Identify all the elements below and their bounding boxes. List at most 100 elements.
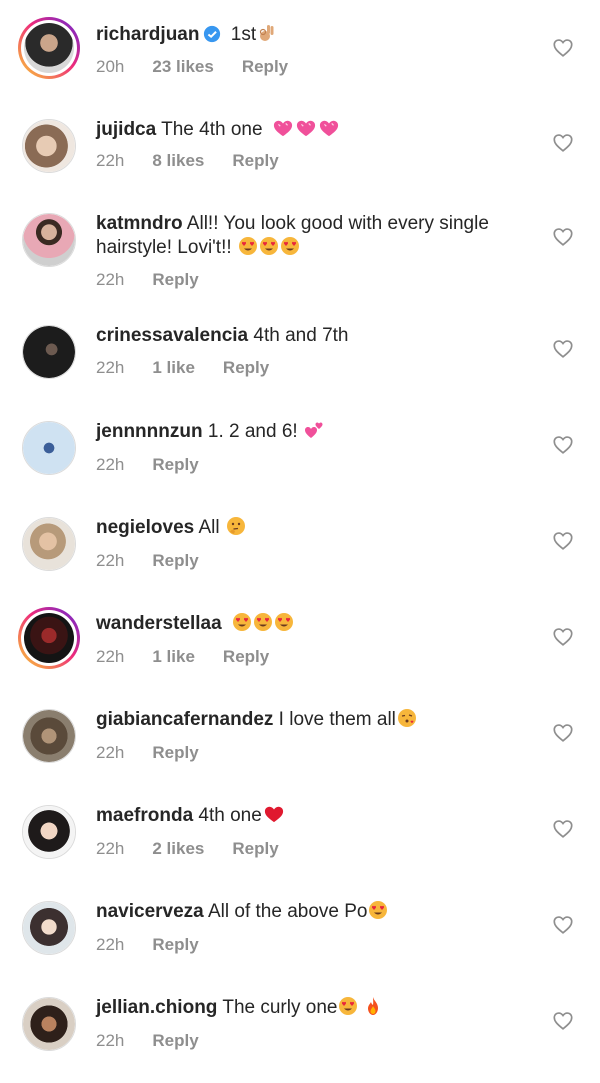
verified-badge-icon: [204, 25, 221, 43]
heart-outline-icon[interactable]: [552, 37, 574, 59]
likes-count[interactable]: 1 like: [152, 647, 195, 667]
comment-text: richardjuan 1st: [96, 23, 536, 47]
comment-body: I love them all: [273, 709, 396, 730]
timestamp: 22h: [96, 935, 125, 954]
username[interactable]: giabiancafernandez: [96, 709, 273, 730]
timestamp: 22h: [96, 455, 125, 474]
pink-heart-emoji-icon: [296, 120, 315, 137]
comment-meta: 22h Reply: [96, 743, 199, 763]
reply-button[interactable]: Reply: [152, 1031, 198, 1051]
avatar[interactable]: [18, 607, 80, 669]
comment-text: jujidca The 4th one: [96, 118, 536, 142]
reply-button[interactable]: Reply: [152, 935, 198, 955]
comment-body: 4th one: [193, 805, 262, 826]
username[interactable]: negieloves: [96, 517, 194, 538]
heart-outline-icon[interactable]: [552, 626, 574, 648]
comment-body: 1. 2 and 6!: [202, 421, 298, 442]
timestamp: 22h: [96, 270, 125, 289]
comment-meta: 22h Reply: [96, 455, 199, 475]
avatar[interactable]: [18, 17, 80, 79]
comment-body: All of the above Po: [203, 901, 368, 922]
reply-button[interactable]: Reply: [223, 358, 269, 378]
fire-emoji-icon: [368, 997, 379, 1015]
avatar[interactable]: [22, 213, 76, 267]
heart-eyes-emoji-icon: [253, 613, 272, 631]
avatar[interactable]: [22, 997, 76, 1051]
timestamp: 22h: [96, 647, 125, 666]
username[interactable]: maefronda: [96, 805, 193, 826]
ok-hand-emoji-icon: [260, 25, 274, 41]
reply-button[interactable]: Reply: [152, 551, 198, 571]
username[interactable]: jennnnnzun: [96, 421, 203, 442]
heart-outline-icon[interactable]: [552, 434, 574, 456]
comment-meta: 22h 8 likes Reply: [96, 151, 279, 171]
comment-meta: 22h 1 like Reply: [96, 647, 269, 667]
reply-button[interactable]: Reply: [223, 647, 269, 667]
username[interactable]: katmndro: [96, 213, 183, 234]
pink-heart-emoji-icon: [319, 120, 338, 137]
heart-outline-icon[interactable]: [552, 1010, 574, 1032]
avatar[interactable]: [22, 901, 76, 955]
likes-count[interactable]: 23 likes: [152, 57, 213, 77]
reply-button[interactable]: Reply: [152, 455, 198, 475]
heart-outline-icon[interactable]: [552, 530, 574, 552]
comment-meta: 22h Reply: [96, 270, 199, 290]
username[interactable]: crinessavalencia: [96, 325, 248, 346]
heart-eyes-emoji-icon: [238, 237, 257, 255]
heart-eyes-emoji-icon: [232, 613, 251, 631]
avatar[interactable]: [22, 325, 76, 379]
comment-text: navicerveza All of the above Po: [96, 900, 536, 924]
avatar[interactable]: [22, 421, 76, 475]
username[interactable]: jellian.chiong: [96, 997, 217, 1018]
comment-body: All: [194, 517, 220, 538]
comment-text: jennnnnzun 1. 2 and 6!: [96, 420, 536, 444]
comment-text: crinessavalencia 4th and 7th: [96, 324, 536, 348]
comment-body: 1st: [225, 24, 257, 45]
comment-meta: 22h Reply: [96, 1031, 199, 1051]
thinking-face-emoji-icon: [226, 517, 245, 535]
avatar[interactable]: [22, 709, 76, 763]
username[interactable]: jujidca: [96, 119, 156, 140]
timestamp: 22h: [96, 551, 125, 570]
heart-outline-icon[interactable]: [552, 818, 574, 840]
likes-count[interactable]: 8 likes: [152, 151, 204, 171]
kissing-heart-emoji-icon: [397, 709, 416, 727]
avatar[interactable]: [22, 805, 76, 859]
heart-eyes-emoji-icon: [369, 901, 388, 919]
pink-heart-emoji-icon: [273, 120, 292, 137]
timestamp: 22h: [96, 358, 125, 377]
comment-text: giabiancafernandez I love them all: [96, 708, 536, 732]
heart-outline-icon[interactable]: [552, 132, 574, 154]
reply-button[interactable]: Reply: [242, 57, 288, 77]
comment-body: 4th and 7th: [248, 325, 349, 346]
comment-meta: 22h Reply: [96, 935, 199, 955]
comment-body: The 4th one: [156, 119, 263, 140]
heart-outline-icon[interactable]: [552, 914, 574, 936]
avatar[interactable]: [22, 517, 76, 571]
timestamp: 20h: [96, 57, 125, 76]
comment-meta: 22h Reply: [96, 551, 199, 571]
reply-button[interactable]: Reply: [152, 270, 198, 290]
timestamp: 22h: [96, 839, 125, 858]
comment-text: maefronda 4th one: [96, 804, 536, 828]
heart-eyes-emoji-icon: [339, 997, 358, 1015]
likes-count[interactable]: 2 likes: [152, 839, 204, 859]
avatar[interactable]: [22, 119, 76, 173]
reply-button[interactable]: Reply: [232, 151, 278, 171]
heart-eyes-emoji-icon: [280, 237, 299, 255]
heart-outline-icon[interactable]: [552, 722, 574, 744]
red-heart-emoji-icon: [264, 806, 283, 823]
username[interactable]: wanderstellaa: [96, 613, 222, 634]
comment-meta: 22h 1 like Reply: [96, 358, 269, 378]
two-hearts-emoji-icon: [304, 422, 323, 438]
reply-button[interactable]: Reply: [232, 839, 278, 859]
username[interactable]: richardjuan: [96, 24, 199, 45]
heart-outline-icon[interactable]: [552, 226, 574, 248]
reply-button[interactable]: Reply: [152, 743, 198, 763]
comment-text: wanderstellaa: [96, 612, 536, 636]
timestamp: 22h: [96, 1031, 125, 1050]
likes-count[interactable]: 1 like: [152, 358, 195, 378]
username[interactable]: navicerveza: [96, 901, 204, 922]
comment-text: katmndro All!! You look good with every …: [96, 212, 536, 260]
heart-outline-icon[interactable]: [552, 338, 574, 360]
